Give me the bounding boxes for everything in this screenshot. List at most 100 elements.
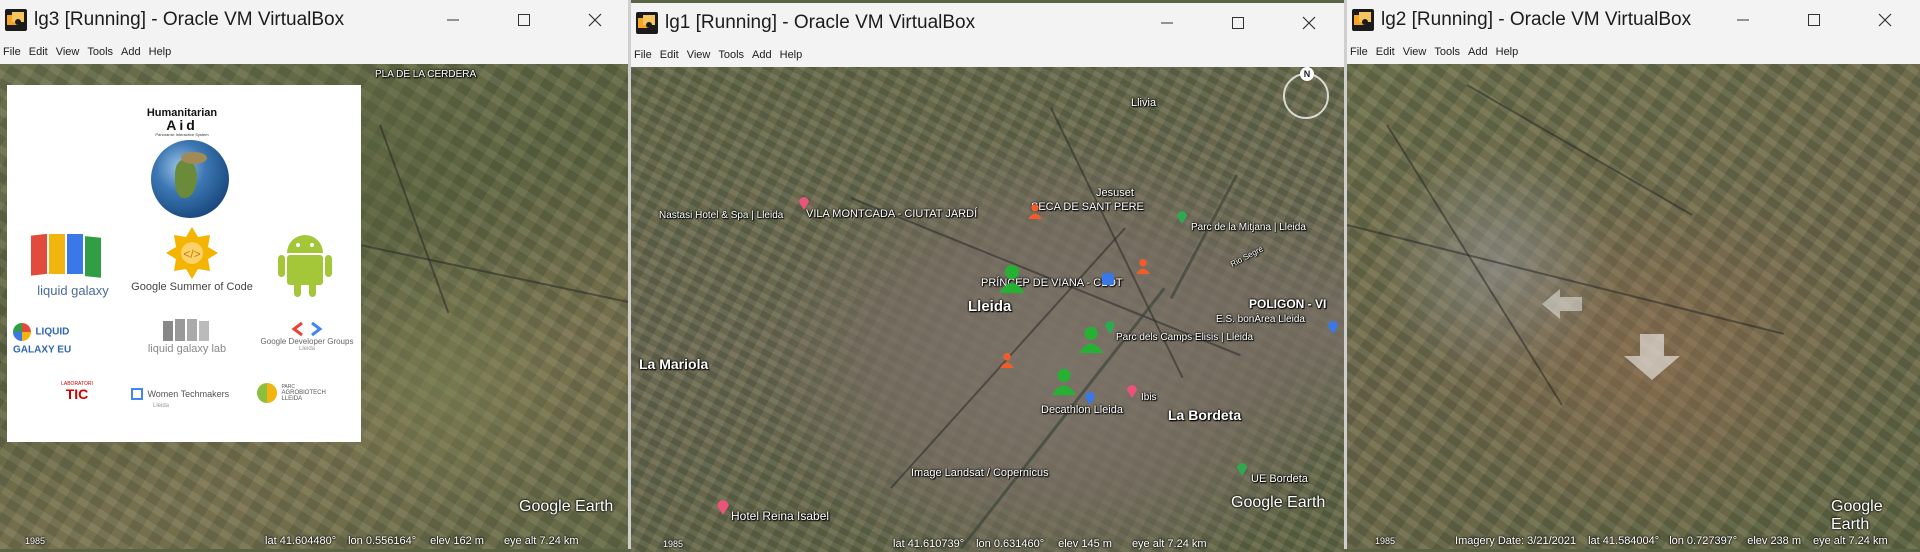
- hotel-pin-icon[interactable]: [716, 499, 730, 515]
- logo-text: Women Techmakers: [147, 388, 230, 399]
- person-marker-green[interactable]: [1077, 325, 1105, 353]
- menu-edit[interactable]: Edit: [29, 46, 48, 58]
- compass-control[interactable]: N: [1283, 67, 1329, 119]
- menu-bar: File Edit View Tools Add Help: [631, 43, 1344, 67]
- status-lon: lon 0.727397°: [1669, 535, 1738, 547]
- person-marker-green[interactable]: [1050, 367, 1078, 395]
- maximize-button[interactable]: [1778, 0, 1849, 40]
- map-label: POLIGON - VI: [1249, 297, 1327, 311]
- close-button[interactable]: [559, 0, 630, 40]
- map-label: PLA DE LA CERDERA: [375, 69, 477, 80]
- google-earth-logo: Google Earth: [1231, 494, 1326, 511]
- status-eye-alt: eye alt 7.24 km: [1813, 535, 1888, 547]
- park-pin-icon[interactable]: [1176, 210, 1188, 224]
- status-lon: lon 0.631460°: [976, 538, 1045, 550]
- minimize-icon: [1160, 22, 1173, 24]
- menu-tools[interactable]: Tools: [718, 49, 744, 61]
- park-pin-icon[interactable]: [1104, 320, 1116, 334]
- menu-tools[interactable]: Tools: [87, 46, 113, 58]
- logo-text: Google Developer Groups: [260, 337, 354, 346]
- menu-help[interactable]: Help: [780, 49, 803, 61]
- window-title: lg2 [Running] - Oracle VM VirtualBox: [1381, 9, 1692, 30]
- hotel-pin-icon[interactable]: [1126, 384, 1138, 398]
- person-marker-orange[interactable]: [1027, 201, 1043, 221]
- title-bar[interactable]: lg3 [Running] - Oracle VM VirtualBox: [0, 0, 630, 40]
- google-earth-view[interactable]: PLA DE LA CERDERA Humanitarian Aid Panor…: [0, 64, 630, 549]
- logo-text: Panoramic Interactive System: [155, 132, 209, 137]
- google-earth-view[interactable]: N Llivia Jesuset Nastasi Hotel & Spa | L…: [631, 67, 1344, 552]
- transit-pin-icon[interactable]: [1102, 273, 1114, 287]
- logo-text: Google Summer of Code: [131, 281, 253, 293]
- status-elev: elev 162 m: [430, 535, 484, 547]
- parc-agrobiotech-logo: PARC AGROBIOTECH LLEIDA: [257, 383, 347, 403]
- google-earth-logo: Google Earth: [519, 498, 614, 515]
- gas-station-pin-icon[interactable]: [1327, 320, 1339, 334]
- menu-view[interactable]: View: [687, 49, 711, 61]
- menu-file[interactable]: File: [634, 49, 652, 61]
- person-marker-orange[interactable]: [1135, 256, 1151, 276]
- status-bar: 1985 lat 41.610739° lon 0.631460° elev 1…: [631, 536, 1344, 552]
- maximize-button[interactable]: [1202, 3, 1273, 43]
- minimize-button[interactable]: [1707, 0, 1778, 40]
- status-eye-alt: eye alt 7.24 km: [503, 535, 579, 547]
- title-bar[interactable]: lg1 [Running] - Oracle VM VirtualBox: [631, 3, 1344, 43]
- maximize-button[interactable]: [488, 0, 559, 40]
- minimize-icon: [1736, 19, 1749, 21]
- menu-edit[interactable]: Edit: [1376, 46, 1395, 58]
- map-label: Nastasi Hotel & Spa | Lleida: [659, 210, 784, 221]
- menu-bar: File Edit View Tools Add Help: [0, 40, 630, 64]
- map-label: Parc dels Camps Elisis | Lleida: [1116, 332, 1254, 343]
- virtualbox-icon: [1352, 9, 1374, 31]
- logo-text: Lleida: [298, 346, 315, 352]
- status-lat: lat 41.610739°: [893, 538, 965, 550]
- minimize-icon: [446, 19, 459, 21]
- logo-text: LLEIDA: [281, 396, 303, 402]
- close-button[interactable]: [1849, 0, 1920, 40]
- status-bar: 1985 lat 41.604480° lon 0.556164° elev 1…: [0, 533, 630, 549]
- menu-file[interactable]: File: [1350, 46, 1368, 58]
- map-label: Rio Segre: [1228, 244, 1265, 269]
- status-lon: lon 0.556164°: [348, 535, 417, 547]
- logo-text: liquid galaxy lab: [147, 343, 227, 355]
- laboratori-tic-logo: LABORATORI TIC: [47, 381, 107, 401]
- navigation-arrow-icon[interactable]: [1542, 289, 1582, 319]
- menu-add[interactable]: Add: [752, 49, 772, 61]
- person-marker-green[interactable]: [997, 263, 1027, 293]
- status-lat: lat 41.584004°: [1588, 535, 1660, 547]
- globe-image: [151, 140, 229, 218]
- menu-view[interactable]: View: [56, 46, 80, 58]
- minimize-button[interactable]: [417, 0, 488, 40]
- map-label: E.S. bonÀrea Lleida: [1216, 314, 1305, 325]
- shop-pin-icon[interactable]: [1084, 391, 1096, 405]
- menu-help[interactable]: Help: [1496, 46, 1519, 58]
- map-label: VILA MONTCADA - CIUTAT JARDÍ: [806, 208, 978, 220]
- navigation-arrow-icon[interactable]: [1622, 334, 1682, 380]
- menu-add[interactable]: Add: [1468, 46, 1488, 58]
- minimize-button[interactable]: [1131, 3, 1202, 43]
- menu-edit[interactable]: Edit: [660, 49, 679, 61]
- menu-tools[interactable]: Tools: [1434, 46, 1460, 58]
- maximize-icon: [1231, 17, 1244, 29]
- google-summer-of-code-logo: </> Google Summer of Code: [127, 225, 257, 293]
- google-earth-view[interactable]: Google Earth 1985 Imagery Date: 3/21/202…: [1347, 64, 1920, 549]
- virtualbox-icon: [5, 9, 27, 31]
- person-marker-orange[interactable]: [999, 350, 1015, 370]
- imagery-year: 1985: [663, 539, 684, 549]
- menu-view[interactable]: View: [1403, 46, 1427, 58]
- menu-help[interactable]: Help: [149, 46, 172, 58]
- map-label: UE Bordeta: [1251, 473, 1308, 485]
- park-pin-icon[interactable]: [1236, 462, 1248, 476]
- menu-bar: File Edit View Tools Add Help: [1347, 40, 1920, 64]
- map-label: SECA DE SANT PERE: [1031, 201, 1144, 213]
- map-label: Jesuset: [1096, 187, 1134, 199]
- menu-file[interactable]: File: [3, 46, 21, 58]
- logo-text: TIC: [65, 386, 89, 402]
- logo-overlay: Humanitarian Aid Panoramic Interactive S…: [7, 85, 361, 442]
- menu-add[interactable]: Add: [121, 46, 141, 58]
- close-button[interactable]: [1273, 3, 1344, 43]
- status-bar: 1985 Imagery Date: 3/21/2021 lat 41.5840…: [1347, 533, 1920, 549]
- map-label: La Mariola: [639, 356, 709, 372]
- imagery-date: Imagery Date: 3/21/2021: [1455, 535, 1577, 547]
- title-bar[interactable]: lg2 [Running] - Oracle VM VirtualBox: [1347, 0, 1920, 40]
- hotel-pin-icon[interactable]: [798, 196, 810, 210]
